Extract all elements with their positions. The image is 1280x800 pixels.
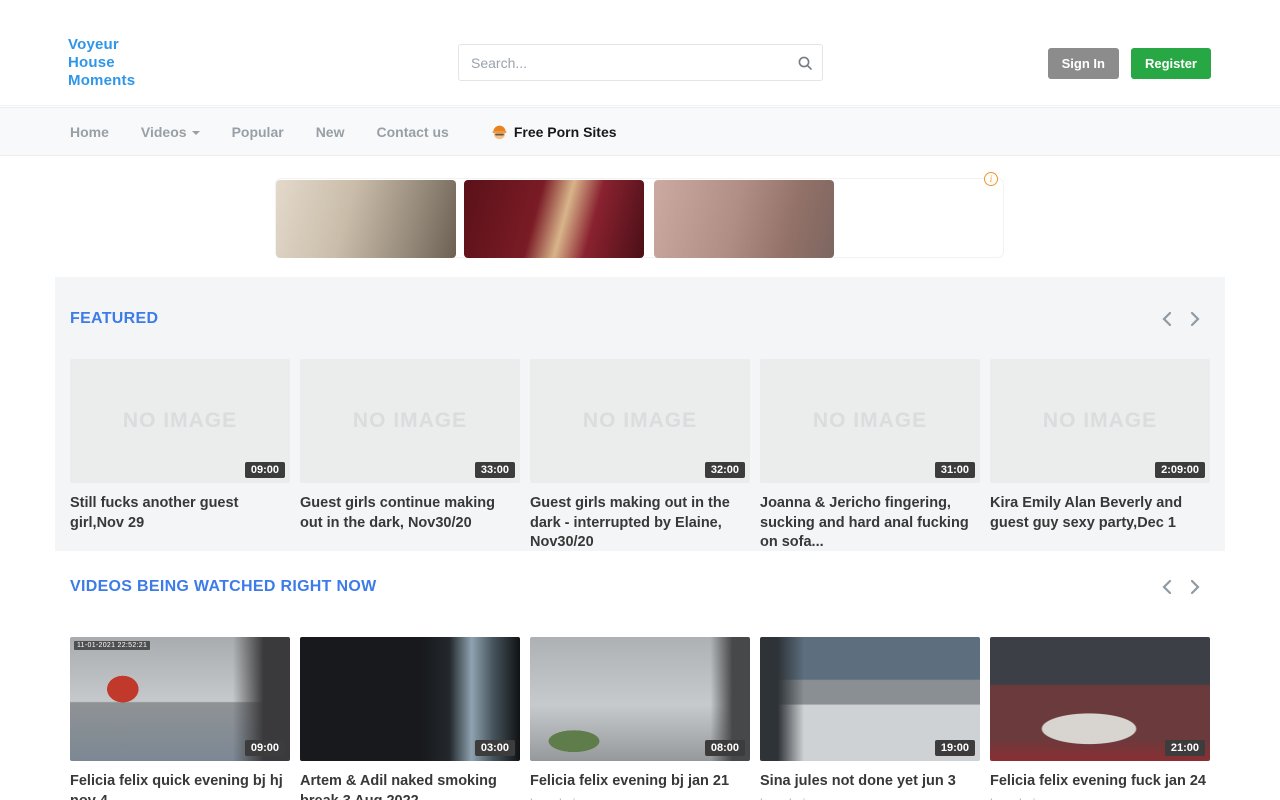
- video-title[interactable]: Sina jules not done yet jun 3: [760, 772, 980, 792]
- main-nav: Home Videos Popular New Contact us Free …: [0, 107, 1280, 156]
- video-thumbnail[interactable]: 21:00: [990, 637, 1210, 761]
- video-title[interactable]: Felicia felix quick evening bj hj nov 4: [70, 772, 290, 800]
- carousel-next-button[interactable]: [1188, 309, 1202, 329]
- nav-videos-label: Videos: [141, 124, 187, 140]
- video-title[interactable]: Kira Emily Alan Beverly and guest guy se…: [990, 494, 1210, 533]
- video-card: 08:00 Felicia felix evening bj jan 21 by…: [530, 637, 750, 800]
- header: Voyeur House Moments Sign In Register: [0, 0, 1280, 106]
- ad-image-1[interactable]: [276, 180, 456, 258]
- carousel-prev-button[interactable]: [1160, 309, 1174, 329]
- no-image-placeholder: NO IMAGE: [583, 409, 697, 433]
- featured-card-row: NO IMAGE 09:00 Still fucks another guest…: [70, 359, 1210, 553]
- logo-line-3: Moments: [68, 72, 135, 90]
- watched-card-row: 11-01-2021 22:52:21 09:00 Felicia felix …: [70, 637, 1210, 800]
- duration-badge: 31:00: [935, 462, 975, 478]
- video-byline: by admin: [530, 796, 750, 800]
- site-logo[interactable]: Voyeur House Moments: [68, 36, 135, 90]
- auth-buttons: Sign In Register: [1048, 48, 1211, 79]
- ad-banner: i: [275, 178, 1004, 258]
- featured-carousel-controls: [1160, 309, 1202, 329]
- nav-item-new[interactable]: New: [316, 124, 345, 140]
- video-title[interactable]: Still fucks another guest girl,Nov 29: [70, 494, 290, 533]
- video-card: NO IMAGE 09:00 Still fucks another guest…: [70, 359, 290, 553]
- video-byline: by admin: [760, 796, 980, 800]
- nav-free-porn-sites-label: Free Porn Sites: [514, 124, 617, 140]
- video-thumbnail[interactable]: NO IMAGE 09:00: [70, 359, 290, 483]
- video-byline: by admin: [990, 796, 1210, 800]
- ad-image-3[interactable]: [654, 180, 834, 258]
- carousel-prev-button[interactable]: [1160, 577, 1174, 597]
- duration-badge: 09:00: [245, 740, 285, 756]
- ad-image-2[interactable]: [464, 180, 644, 258]
- video-card: 21:00 Felicia felix evening fuck jan 24 …: [990, 637, 1210, 800]
- nav-item-videos[interactable]: Videos: [141, 124, 200, 140]
- register-button[interactable]: Register: [1131, 48, 1211, 79]
- video-title[interactable]: Guest girls making out in the dark - int…: [530, 494, 750, 553]
- page: Voyeur House Moments Sign In Register Ho…: [0, 0, 1280, 800]
- nav-item-contact-us[interactable]: Contact us: [376, 124, 448, 140]
- duration-badge: 2:09:00: [1155, 462, 1205, 478]
- video-card: NO IMAGE 32:00 Guest girls making out in…: [530, 359, 750, 553]
- video-thumbnail[interactable]: NO IMAGE 32:00: [530, 359, 750, 483]
- video-card: NO IMAGE 33:00 Guest girls continue maki…: [300, 359, 520, 553]
- duration-badge: 09:00: [245, 462, 285, 478]
- duration-badge: 21:00: [1165, 740, 1205, 756]
- nav-item-popular[interactable]: Popular: [232, 124, 284, 140]
- video-title[interactable]: Artem & Adil naked smoking break 3 Aug 2…: [300, 772, 520, 800]
- duration-badge: 03:00: [475, 740, 515, 756]
- video-thumbnail[interactable]: 11-01-2021 22:52:21 09:00: [70, 637, 290, 761]
- search-icon[interactable]: [788, 45, 822, 80]
- video-thumbnail[interactable]: NO IMAGE 31:00: [760, 359, 980, 483]
- video-title[interactable]: Felicia felix evening fuck jan 24: [990, 772, 1210, 792]
- video-thumbnail[interactable]: 19:00: [760, 637, 980, 761]
- no-image-placeholder: NO IMAGE: [123, 409, 237, 433]
- video-card: 19:00 Sina jules not done yet jun 3 by a…: [760, 637, 980, 800]
- cctv-timestamp-overlay: 11-01-2021 22:52:21: [74, 641, 150, 650]
- search-bar: [458, 44, 823, 81]
- featured-section: FEATURED NO IMAGE 09:00 Still fucks anot…: [55, 277, 1225, 551]
- helmet-icon: [491, 124, 508, 140]
- watched-now-section-title: VIDEOS BEING WATCHED RIGHT NOW: [70, 578, 376, 596]
- no-image-placeholder: NO IMAGE: [813, 409, 927, 433]
- video-thumbnail[interactable]: 03:00: [300, 637, 520, 761]
- video-card: NO IMAGE 31:00 Joanna & Jericho fingerin…: [760, 359, 980, 553]
- video-thumbnail[interactable]: NO IMAGE 33:00: [300, 359, 520, 483]
- video-title[interactable]: Felicia felix evening bj jan 21: [530, 772, 750, 792]
- nav-item-free-porn-sites[interactable]: Free Porn Sites: [491, 124, 617, 140]
- watched-carousel-controls: [1160, 577, 1202, 597]
- ad-info-icon[interactable]: i: [984, 172, 998, 186]
- video-thumbnail[interactable]: 08:00: [530, 637, 750, 761]
- carousel-next-button[interactable]: [1188, 577, 1202, 597]
- video-card: 03:00 Artem & Adil naked smoking break 3…: [300, 637, 520, 800]
- watched-now-section: VIDEOS BEING WATCHED RIGHT NOW 11-01-202…: [55, 577, 1225, 800]
- nav-item-home[interactable]: Home: [70, 124, 109, 140]
- video-title[interactable]: Guest girls continue making out in the d…: [300, 494, 520, 533]
- video-title[interactable]: Joanna & Jericho fingering, sucking and …: [760, 494, 980, 553]
- duration-badge: 19:00: [935, 740, 975, 756]
- search-input[interactable]: [459, 55, 788, 71]
- chevron-down-icon: [192, 131, 200, 135]
- video-card: 11-01-2021 22:52:21 09:00 Felicia felix …: [70, 637, 290, 800]
- no-image-placeholder: NO IMAGE: [353, 409, 467, 433]
- no-image-placeholder: NO IMAGE: [1043, 409, 1157, 433]
- sign-in-button[interactable]: Sign In: [1048, 48, 1119, 79]
- logo-line-2: House: [68, 54, 135, 72]
- video-thumbnail[interactable]: NO IMAGE 2:09:00: [990, 359, 1210, 483]
- duration-badge: 08:00: [705, 740, 745, 756]
- duration-badge: 32:00: [705, 462, 745, 478]
- logo-line-1: Voyeur: [68, 36, 135, 54]
- video-card: NO IMAGE 2:09:00 Kira Emily Alan Beverly…: [990, 359, 1210, 553]
- duration-badge: 33:00: [475, 462, 515, 478]
- featured-section-title: FEATURED: [70, 310, 158, 328]
